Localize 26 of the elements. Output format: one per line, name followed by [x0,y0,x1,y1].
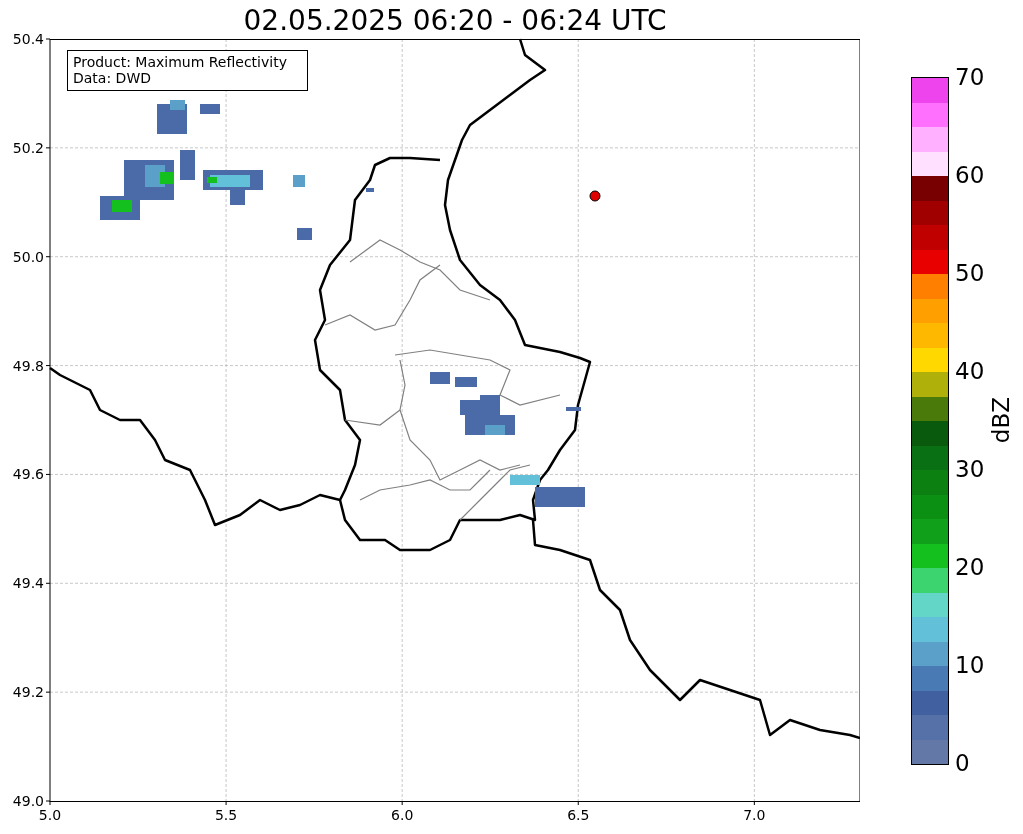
y-tick-label: 50.2 [12,139,44,156]
x-tick-label: 6.0 [391,807,414,823]
colorbar-tick-label: 10 [955,651,985,679]
colorbar-tick-label: 70 [955,63,985,91]
info-text: Data: DWD [73,70,151,86]
colorbar-tick-label: 30 [955,455,985,483]
colorbar-tick-label: 0 [955,749,971,777]
x-tick-label: 5.5 [214,807,238,823]
x-tick-label: 5.0 [38,807,62,823]
info-text: Product: Maximum Reflectivity [73,54,287,70]
colorbar-tick-label: 40 [955,357,985,385]
colorbar-tick-label: 60 [955,161,985,189]
y-tick-label: 49.2 [12,684,44,701]
y-tick-label: 49.6 [12,466,44,483]
x-tick-label: 7.0 [743,807,766,823]
y-tick-label: 49.0 [12,793,44,809]
colorbar-tick-label: 20 [955,553,985,581]
radar-station-marker [589,190,601,202]
y-tick-label: 49.4 [12,575,44,592]
y-tick-label: 50.0 [12,248,44,265]
colorbar-tick-label: 50 [955,259,985,287]
x-tick-label: 6.5 [567,807,590,823]
colorbar-label: dBZ [988,397,1015,444]
chart-title: 02.05.2025 06:20 - 06:24 UTC [242,3,668,31]
y-tick-label: 50.4 [12,31,44,47]
y-tick-label: 49.8 [12,357,44,374]
